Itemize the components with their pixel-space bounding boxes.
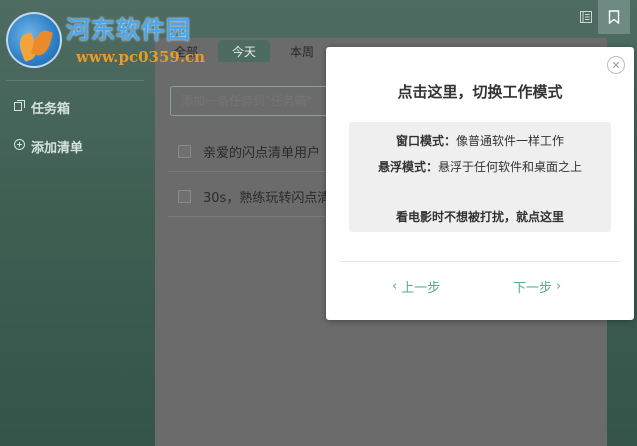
sidebar-divider bbox=[6, 80, 144, 81]
window-mode-label: 窗口模式： bbox=[395, 134, 456, 148]
task-checkbox[interactable] bbox=[178, 145, 191, 158]
popup-divider bbox=[340, 261, 620, 262]
prev-step-label: 上一步 bbox=[401, 281, 441, 296]
popup-title: 点击这里，切换工作模式 bbox=[397, 83, 563, 101]
mode-info-box: 窗口模式：像普通软件一样工作 悬浮模式：悬浮于任何软件和桌面之上 看电影时不想被… bbox=[349, 122, 611, 232]
float-mode-desc: 悬浮于任何软件和桌面之上 bbox=[438, 160, 583, 174]
list-icon[interactable] bbox=[573, 4, 599, 30]
window-mode-line: 窗口模式：像普通软件一样工作 bbox=[349, 132, 611, 149]
guide-popup: ✕ 点击这里，切换工作模式 窗口模式：像普通软件一样工作 悬浮模式：悬浮于任何软… bbox=[326, 47, 634, 320]
task-checkbox[interactable] bbox=[178, 190, 191, 203]
watermark: 河东软件园 www.pc0359.cn bbox=[4, 8, 244, 70]
sidebar-item-add-list[interactable]: 添加清单 bbox=[14, 137, 83, 156]
add-circle-icon bbox=[14, 139, 25, 154]
mode-tip-text: 看电影时不想被打扰，就点这里 bbox=[395, 210, 564, 224]
tab-week[interactable]: 本周 bbox=[276, 40, 328, 62]
sidebar-item-label: 任务箱 bbox=[31, 102, 71, 117]
sidebar-item-label: 添加清单 bbox=[31, 141, 84, 156]
chevron-left-icon: ‹ bbox=[392, 279, 398, 294]
bookmark-icon[interactable] bbox=[598, 0, 630, 34]
watermark-logo-icon bbox=[6, 12, 62, 68]
float-mode-label: 悬浮模式： bbox=[377, 160, 438, 174]
float-mode-line: 悬浮模式：悬浮于任何软件和桌面之上 bbox=[349, 158, 611, 175]
tasks-icon bbox=[14, 100, 25, 115]
next-step-label: 下一步 bbox=[513, 281, 553, 296]
app-window: 任务箱 添加清单 全部 今天 本周 亲爱的闪点清单用户 30s，熟练玩转闪点清单 bbox=[0, 0, 637, 446]
chevron-right-icon: › bbox=[556, 279, 562, 294]
next-step-button[interactable]: 下一步 › bbox=[513, 277, 561, 296]
prev-step-button[interactable]: ‹ 上一步 bbox=[392, 277, 440, 296]
close-icon: ✕ bbox=[611, 58, 621, 72]
close-button[interactable]: ✕ bbox=[607, 56, 625, 74]
mode-tip: 看电影时不想被打扰，就点这里 bbox=[349, 208, 611, 225]
watermark-title: 河东软件园 bbox=[66, 15, 191, 44]
window-mode-desc: 像普通软件一样工作 bbox=[456, 134, 565, 148]
sidebar-item-tasks[interactable]: 任务箱 bbox=[14, 98, 70, 117]
watermark-url: www.pc0359.cn bbox=[76, 48, 206, 66]
